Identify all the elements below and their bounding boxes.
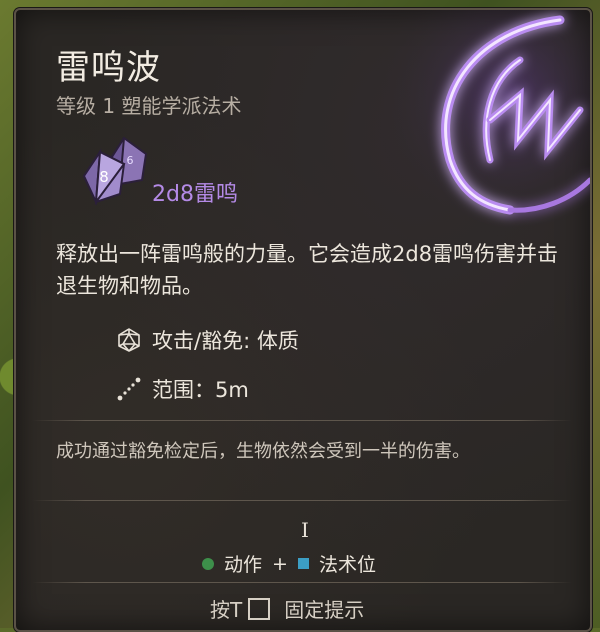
divider [32,420,572,421]
text-cursor-icon: I [301,518,309,542]
svg-text:6: 6 [127,154,134,167]
thunderwave-art-icon [370,10,590,240]
pin-hint-prefix: 按T [210,598,243,622]
range-dotted-line-icon [117,377,141,401]
spell-slot-resource-icon [297,558,309,569]
spell-save-note: 成功通过豁免检定后，生物依然会受到一半的伤害。 [56,441,470,462]
d20-icon [118,328,140,352]
dice-face-number: 8 [99,168,109,186]
action-resource-icon [202,557,214,570]
divider [32,500,572,501]
cost-plus-sign: + [272,552,288,575]
attack-save-label: 攻击/豁免: 体质 [152,329,299,353]
spell-description: 释放出一阵雷鸣般的力量。它会造成2d8雷鸣伤害并击退生物和物品。 [56,242,559,298]
range-label: 范围：5m [152,378,249,402]
spell-tooltip: 雷鸣波 等级 1 塑能学派法术 8 6 2d8雷鸣 释放出一阵雷鸣般的力量。它会… [14,8,592,632]
action-cost-label: 动作 [224,554,263,576]
d8-dice-icon: 8 6 [82,136,148,206]
divider [32,582,572,583]
pin-tooltip-hint: 按T 固定提示 [210,594,364,623]
spell-cost-row: 动作 + 法术位 [202,550,422,577]
damage-dice-label: 2d8雷鸣 [152,182,238,207]
pin-hint-suffix: 固定提示 [284,598,365,622]
range-row: 范围：5m [116,374,249,404]
attack-save-row: 攻击/豁免: 体质 [116,325,299,355]
spell-slot-cost-label: 法术位 [318,554,376,576]
spell-title: 雷鸣波 [56,48,161,88]
keybind-box-icon [248,597,271,620]
spell-level-school: 等级 1 塑能学派法术 [56,94,242,118]
